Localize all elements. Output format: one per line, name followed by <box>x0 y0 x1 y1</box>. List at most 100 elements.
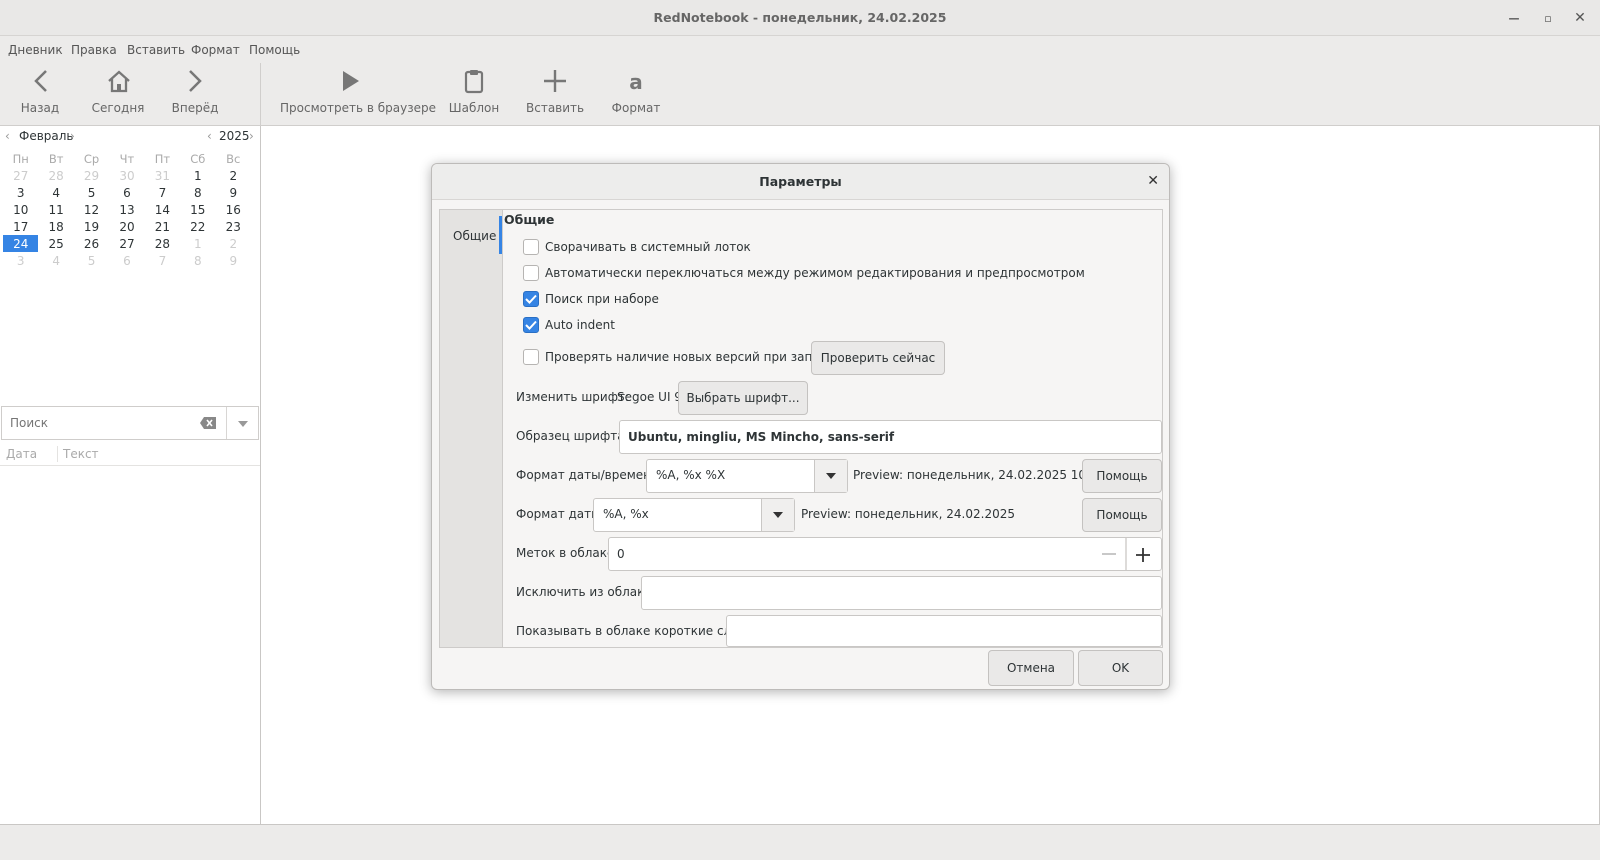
menu-edit[interactable]: Правка <box>71 43 117 57</box>
format-button[interactable]: a Формат <box>610 63 662 126</box>
calendar-day[interactable]: 5 <box>74 184 109 201</box>
calendar-day[interactable]: 2 <box>216 235 251 252</box>
menu-journal[interactable]: Дневник <box>8 43 63 57</box>
calendar-day[interactable]: 2 <box>216 167 251 184</box>
calendar-day[interactable]: 13 <box>109 201 144 218</box>
calendar-day[interactable]: 18 <box>38 218 73 235</box>
choose-font-button[interactable]: Выбрать шрифт... <box>678 381 808 415</box>
ok-button[interactable]: OK <box>1078 650 1163 686</box>
clear-search-icon[interactable] <box>199 416 217 430</box>
preview-in-browser-button[interactable]: Просмотреть в браузере <box>280 63 436 126</box>
date-dropdown-button[interactable] <box>761 499 794 531</box>
sidebar-item-general[interactable]: Общие <box>440 218 503 254</box>
next-month-icon[interactable]: › <box>70 129 75 143</box>
date-format-combo[interactable]: %A, %x <box>593 498 795 532</box>
forward-button[interactable]: Вперёд <box>165 63 225 126</box>
calendar-day[interactable]: 31 <box>145 167 180 184</box>
calendar-day[interactable]: 6 <box>109 184 144 201</box>
minus-icon[interactable] <box>1101 548 1117 560</box>
calendar-day[interactable]: 25 <box>38 235 73 252</box>
exclude-cloud-field[interactable] <box>641 576 1162 610</box>
calendar-day[interactable]: 10 <box>3 201 38 218</box>
calendar-day[interactable]: 4 <box>38 184 73 201</box>
checkbox-autoswitch-box[interactable] <box>523 265 539 281</box>
plus-icon[interactable] <box>1135 547 1151 563</box>
calendar-day[interactable]: 11 <box>38 201 73 218</box>
next-year-icon[interactable]: › <box>249 129 254 143</box>
calendar-day[interactable]: 6 <box>109 252 144 269</box>
datetime-help-button[interactable]: Помощь <box>1082 459 1162 493</box>
calendar-day[interactable]: 27 <box>109 235 144 252</box>
dialog-titlebar: Параметры ✕ <box>432 164 1169 200</box>
close-icon[interactable]: ✕ <box>1147 173 1159 189</box>
calendar-day[interactable]: 23 <box>216 218 251 235</box>
calendar-day[interactable]: 8 <box>180 184 215 201</box>
menu-format[interactable]: Формат <box>191 43 240 57</box>
cloud-tags-value[interactable]: 0 <box>617 547 625 561</box>
calendar-day[interactable]: 1 <box>180 167 215 184</box>
checkbox-check-updates-box[interactable] <box>523 349 539 365</box>
calendar-day[interactable]: 26 <box>74 235 109 252</box>
datetime-format-value[interactable]: %A, %x %X <box>656 468 725 482</box>
checkbox-search-typing-box[interactable] <box>523 291 539 307</box>
calendar-day[interactable]: 28 <box>145 235 180 252</box>
calendar-day[interactable]: 30 <box>109 167 144 184</box>
date-format-value[interactable]: %A, %x <box>603 507 649 521</box>
checkbox-auto-indent-box[interactable] <box>523 317 539 333</box>
checkbox-tray-box[interactable] <box>523 239 539 255</box>
column-text[interactable]: Текст <box>63 447 99 461</box>
calendar-day[interactable]: 9 <box>216 184 251 201</box>
calendar-day[interactable]: 8 <box>180 252 215 269</box>
calendar-day[interactable]: 12 <box>74 201 109 218</box>
calendar-day[interactable]: 3 <box>3 184 38 201</box>
datetime-dropdown-button[interactable] <box>814 460 847 492</box>
calendar-day[interactable]: 28 <box>38 167 73 184</box>
calendar-day[interactable]: 15 <box>180 201 215 218</box>
column-date[interactable]: Дата <box>6 447 37 461</box>
calendar-day[interactable]: 20 <box>109 218 144 235</box>
cancel-button[interactable]: Отмена <box>988 650 1074 686</box>
calendar-day[interactable]: 17 <box>3 218 38 235</box>
check-now-button[interactable]: Проверить сейчас <box>811 341 945 375</box>
svg-text:a: a <box>629 70 643 94</box>
today-button[interactable]: Сегодня <box>88 63 148 126</box>
search-input[interactable] <box>10 414 190 432</box>
search-typing-checkbox[interactable]: Поиск при наборе <box>523 291 659 307</box>
calendar-day[interactable]: 5 <box>74 252 109 269</box>
calendar-day[interactable]: 3 <box>3 252 38 269</box>
date-help-button[interactable]: Помощь <box>1082 498 1162 532</box>
cloud-tags-spinner[interactable]: 0 <box>608 537 1162 571</box>
datetime-format-combo[interactable]: %A, %x %X <box>646 459 848 493</box>
template-button[interactable]: Шаблон <box>446 63 502 126</box>
minimize-icon[interactable]: — <box>1505 9 1523 27</box>
dropdown-arrow-icon[interactable] <box>237 420 249 428</box>
calendar-day-selected[interactable]: 24 <box>3 235 39 252</box>
prev-month-icon[interactable]: ‹ <box>5 129 10 143</box>
calendar-day[interactable]: 4 <box>38 252 73 269</box>
back-button[interactable]: Назад <box>10 63 70 126</box>
calendar-day[interactable]: 22 <box>180 218 215 235</box>
calendar-day[interactable]: 29 <box>74 167 109 184</box>
menu-help[interactable]: Помощь <box>249 43 300 57</box>
calendar-day[interactable]: 14 <box>145 201 180 218</box>
calendar-day[interactable]: 7 <box>145 252 180 269</box>
prev-year-icon[interactable]: ‹ <box>207 129 212 143</box>
tray-checkbox[interactable]: Сворачивать в системный лоток <box>523 239 751 255</box>
calendar-day[interactable]: 27 <box>3 167 38 184</box>
insert-button[interactable]: Вставить <box>526 63 584 126</box>
auto-indent-checkbox[interactable]: Auto indent <box>523 317 615 333</box>
maximize-icon[interactable]: ▫ <box>1539 9 1557 27</box>
check-updates-checkbox[interactable]: Проверять наличие новых версий при запус… <box>523 349 841 365</box>
calendar-day[interactable]: 16 <box>216 201 251 218</box>
short-words-field[interactable] <box>726 615 1162 647</box>
close-window-icon[interactable]: ✕ <box>1571 9 1589 27</box>
menu-insert[interactable]: Вставить <box>127 43 185 57</box>
calendar-day[interactable]: 21 <box>145 218 180 235</box>
font-sample-field[interactable]: Ubuntu, mingliu, MS Mincho, sans-serif <box>619 420 1162 454</box>
calendar-day[interactable]: 9 <box>216 252 251 269</box>
calendar-day[interactable]: 1 <box>180 235 215 252</box>
calendar-day[interactable]: 7 <box>145 184 180 201</box>
autoswitch-checkbox[interactable]: Автоматически переключаться между режимо… <box>523 265 1085 281</box>
calendar-day[interactable]: 19 <box>74 218 109 235</box>
plus-icon <box>544 70 566 92</box>
